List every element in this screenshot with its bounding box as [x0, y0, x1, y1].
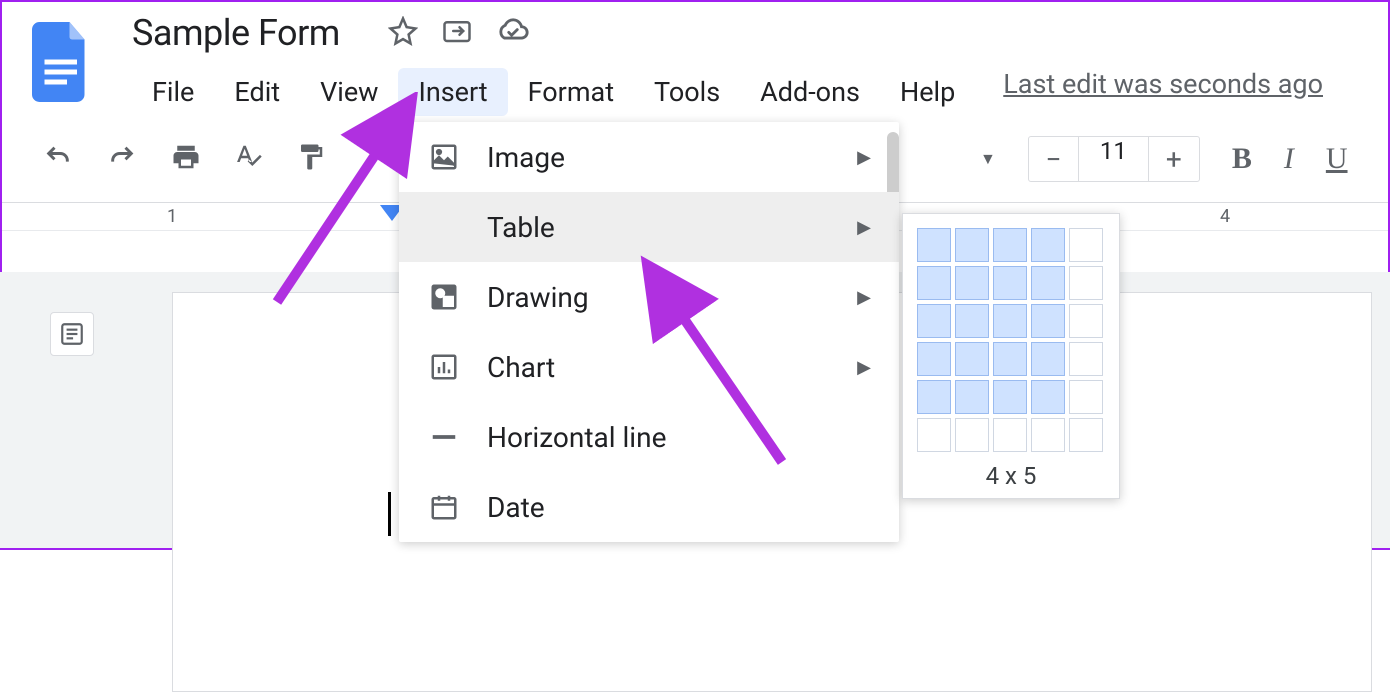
menu-file[interactable]: File	[132, 68, 214, 116]
table-grid-cell[interactable]	[1069, 342, 1103, 376]
outline-toggle-button[interactable]	[50, 312, 94, 356]
table-grid-cell[interactable]	[955, 342, 989, 376]
insert-table[interactable]: Table ▶	[399, 192, 899, 262]
italic-button[interactable]: I	[1284, 142, 1294, 176]
table-grid-cell[interactable]	[955, 418, 989, 452]
ruler-tick: 1	[167, 206, 177, 227]
table-grid-cell[interactable]	[955, 228, 989, 262]
menu-label: Chart	[487, 351, 555, 384]
drawing-icon	[427, 280, 461, 314]
table-grid-cell[interactable]	[955, 304, 989, 338]
insert-drawing[interactable]: Drawing ▶	[399, 262, 899, 332]
chevron-right-icon: ▶	[857, 217, 871, 238]
paint-format-button[interactable]	[296, 141, 326, 177]
table-grid-cell[interactable]	[993, 304, 1027, 338]
table-grid[interactable]	[917, 228, 1105, 452]
text-cursor	[388, 492, 391, 536]
table-grid-cell[interactable]	[1031, 266, 1065, 300]
table-grid-cell[interactable]	[993, 266, 1027, 300]
menu-insert[interactable]: Insert	[398, 68, 507, 116]
insert-chart[interactable]: Chart ▶	[399, 332, 899, 402]
table-size-label: 4 x 5	[917, 452, 1105, 490]
table-grid-cell[interactable]	[955, 380, 989, 414]
underline-button[interactable]: U	[1326, 142, 1348, 176]
insert-image[interactable]: Image ▶	[399, 122, 899, 192]
insert-date[interactable]: Date	[399, 472, 899, 542]
star-icon[interactable]	[388, 16, 418, 50]
table-grid-cell[interactable]	[1069, 380, 1103, 414]
menu-format[interactable]: Format	[508, 68, 634, 116]
table-grid-cell[interactable]	[1031, 342, 1065, 376]
redo-button[interactable]	[106, 143, 138, 175]
table-grid-cell[interactable]	[917, 304, 951, 338]
last-edit-link[interactable]: Last edit was seconds ago	[1003, 68, 1323, 116]
table-grid-cell[interactable]	[917, 342, 951, 376]
table-grid-cell[interactable]	[917, 266, 951, 300]
menu-view[interactable]: View	[300, 68, 398, 116]
table-grid-cell[interactable]	[917, 228, 951, 262]
menu-edit[interactable]: Edit	[214, 68, 300, 116]
table-grid-cell[interactable]	[1069, 228, 1103, 262]
insert-dropdown-menu: Image ▶ Table ▶ Drawing ▶ Chart ▶ Horizo…	[399, 122, 899, 542]
font-size-group: − 11 +	[1028, 136, 1200, 182]
menu-label: Image	[487, 141, 565, 174]
chevron-right-icon: ▶	[857, 357, 871, 378]
menu-label: Drawing	[487, 281, 589, 314]
date-icon	[427, 490, 461, 524]
table-grid-cell[interactable]	[1031, 228, 1065, 262]
spellcheck-button[interactable]	[234, 142, 264, 176]
menu-help[interactable]: Help	[880, 68, 975, 116]
table-size-picker: 4 x 5	[902, 213, 1120, 499]
chart-icon	[427, 350, 461, 384]
insert-horizontal-line[interactable]: Horizontal line	[399, 402, 899, 472]
table-grid-cell[interactable]	[993, 380, 1027, 414]
menu-label: Horizontal line	[487, 421, 666, 454]
docs-logo-icon[interactable]	[32, 22, 92, 102]
move-icon[interactable]	[442, 16, 472, 50]
font-size-decrease[interactable]: −	[1029, 137, 1079, 181]
table-grid-cell[interactable]	[1031, 380, 1065, 414]
chevron-right-icon: ▶	[857, 147, 871, 168]
ruler-tick: 4	[1220, 206, 1230, 227]
menubar: File Edit View Insert Format Tools Add-o…	[132, 68, 1323, 116]
bold-button[interactable]: B	[1232, 142, 1252, 176]
image-icon	[427, 140, 461, 174]
undo-button[interactable]	[42, 143, 74, 175]
hr-icon	[427, 420, 461, 454]
table-grid-cell[interactable]	[993, 228, 1027, 262]
print-button[interactable]	[170, 142, 202, 176]
table-grid-cell[interactable]	[1031, 304, 1065, 338]
table-grid-cell[interactable]	[1031, 418, 1065, 452]
table-grid-cell[interactable]	[993, 342, 1027, 376]
menu-addons[interactable]: Add-ons	[740, 68, 880, 116]
table-grid-cell[interactable]	[1069, 304, 1103, 338]
table-grid-cell[interactable]	[993, 418, 1027, 452]
table-grid-cell[interactable]	[955, 266, 989, 300]
table-icon	[427, 210, 461, 244]
table-grid-cell[interactable]	[917, 380, 951, 414]
menu-tools[interactable]: Tools	[634, 68, 740, 116]
menu-label: Table	[487, 211, 555, 244]
font-dropdown-arrow[interactable]: ▼	[980, 149, 996, 169]
font-size-input[interactable]: 11	[1079, 137, 1149, 181]
table-grid-cell[interactable]	[1069, 418, 1103, 452]
table-grid-cell[interactable]	[1069, 266, 1103, 300]
table-grid-cell[interactable]	[917, 418, 951, 452]
menu-label: Date	[487, 491, 545, 524]
font-size-increase[interactable]: +	[1149, 137, 1199, 181]
cloud-status-icon[interactable]	[496, 16, 530, 50]
chevron-right-icon: ▶	[857, 287, 871, 308]
document-title[interactable]: Sample Form	[132, 12, 340, 54]
